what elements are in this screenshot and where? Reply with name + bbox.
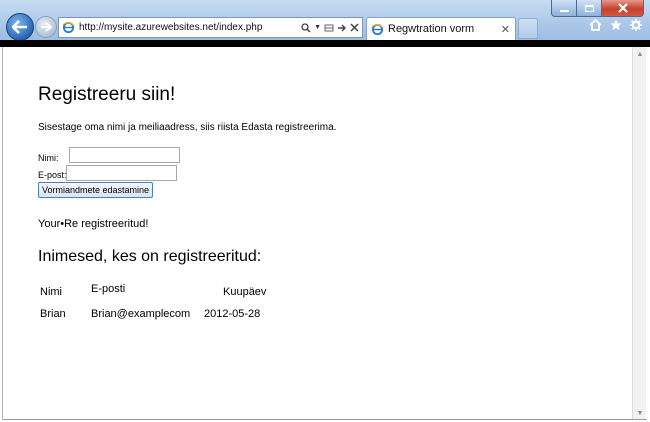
browser-chrome: http://mysite.azurewebsites.net/index.ph… — [0, 0, 650, 44]
email-input[interactable] — [66, 165, 177, 181]
name-input[interactable] — [69, 147, 180, 163]
favorites-star-icon[interactable] — [610, 19, 622, 31]
page-viewport: Registreeru siin! Sisestage oma nimi ja … — [2, 47, 647, 420]
window-controls — [551, 0, 644, 17]
command-icons — [589, 19, 642, 31]
close-window-button[interactable] — [602, 0, 644, 17]
name-label: Nimi: — [38, 153, 59, 163]
page-title: Registreeru siin! — [38, 84, 176, 105]
intro-text: Sisestage oma nimi ja meiliaadress, siis… — [38, 122, 337, 133]
scroll-up-icon[interactable]: ▲ — [633, 47, 647, 61]
forward-arrow-icon — [41, 22, 52, 32]
tools-gear-icon[interactable] — [630, 19, 642, 31]
close-icon — [617, 3, 628, 13]
email-label: E-post: — [38, 170, 67, 180]
table-cell-date: 2012-05-28 — [204, 308, 261, 320]
submit-button[interactable]: Vormiandmete edastamine — [38, 182, 154, 198]
tab-title: Regwtration vorm — [388, 23, 475, 35]
dropdown-arrow-icon[interactable]: ▼ — [314, 24, 321, 31]
maximize-icon — [584, 4, 594, 12]
ie-logo-icon — [371, 23, 384, 35]
vertical-scrollbar[interactable]: ▲ ▼ — [632, 47, 646, 420]
address-tools: ▼ — [301, 22, 362, 33]
address-bar[interactable]: http://mysite.azurewebsites.net/index.ph… — [58, 17, 363, 38]
scroll-down-icon[interactable]: ▼ — [633, 406, 647, 420]
table-header-name: Nimi — [40, 286, 62, 298]
back-arrow-icon — [12, 20, 27, 34]
new-tab-button[interactable] — [518, 18, 538, 39]
table-header-date: Kuupäev — [223, 286, 267, 298]
back-button[interactable] — [6, 13, 34, 41]
search-icon[interactable] — [301, 22, 311, 33]
minimize-button[interactable] — [551, 0, 577, 17]
stop-icon[interactable] — [350, 23, 359, 32]
maximize-button[interactable] — [577, 0, 602, 17]
refresh-icon[interactable] — [337, 23, 347, 33]
tab-close-icon[interactable]: ✕ — [501, 23, 510, 36]
table-cell-email: Brian@examplecom — [91, 308, 191, 320]
success-message: Your•Re registreeritud! — [38, 218, 149, 230]
table-cell-name: Brian — [40, 308, 66, 320]
table-header-email: E-posti — [91, 283, 126, 295]
minimize-icon — [559, 9, 569, 12]
home-icon[interactable] — [589, 19, 602, 31]
page-bottom-edge — [3, 419, 647, 420]
url-text: http://mysite.azurewebsites.net/index.ph… — [79, 22, 263, 33]
tab-registration[interactable]: Regwtration vorm ✕ — [366, 17, 516, 40]
ie-logo-icon — [62, 21, 75, 34]
registrants-heading: Inimesed, kes on registreeritud: — [38, 248, 262, 265]
compatibility-icon[interactable] — [324, 23, 334, 33]
page-top-border — [0, 40, 650, 47]
forward-button[interactable] — [35, 16, 57, 38]
